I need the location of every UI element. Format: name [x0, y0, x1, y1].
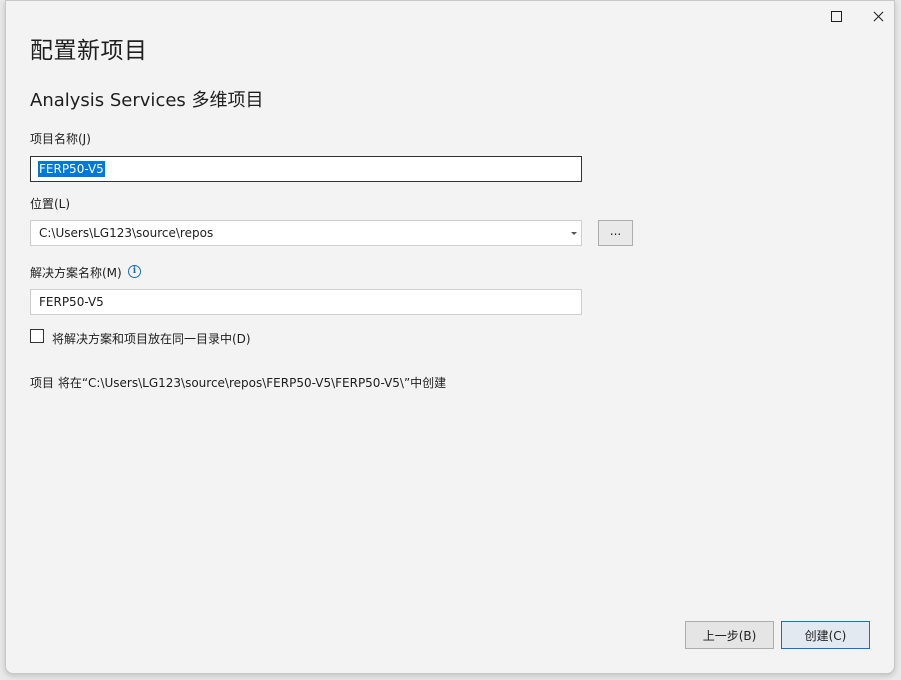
page-title: 配置新项目	[30, 38, 148, 64]
chevron-down-icon[interactable]	[571, 232, 577, 235]
maximize-button[interactable]	[814, 1, 858, 31]
solution-name-value: FERP50-V5	[39, 295, 104, 309]
project-path-note: 项目 将在“C:\Users\LG123\source\repos\FERP50…	[30, 376, 447, 390]
configure-project-dialog: 配置新项目 Analysis Services 多维项目 项目名称(J) FER…	[5, 0, 895, 674]
solution-name-label: 解决方案名称(M)	[30, 266, 122, 280]
project-name-value: FERP50-V5	[38, 161, 105, 177]
browse-button[interactable]: ...	[598, 220, 633, 246]
project-name-label: 项目名称(J)	[30, 132, 91, 146]
info-icon[interactable]: i	[128, 265, 141, 278]
same-directory-label[interactable]: 将解决方案和项目放在同一目录中(D)	[52, 330, 251, 347]
solution-name-input[interactable]: FERP50-V5	[30, 289, 582, 315]
same-directory-checkbox[interactable]	[30, 329, 44, 343]
location-combobox[interactable]: C:\Users\LG123\source\repos	[30, 220, 582, 246]
location-value: C:\Users\LG123\source\repos	[39, 226, 214, 240]
back-button[interactable]: 上一步(B)	[685, 621, 774, 649]
project-type-subtitle: Analysis Services 多维项目	[30, 90, 264, 111]
maximize-icon	[830, 10, 842, 22]
location-label: 位置(L)	[30, 197, 71, 211]
close-button[interactable]	[856, 1, 900, 31]
project-name-input[interactable]: FERP50-V5	[30, 156, 582, 182]
close-icon	[873, 11, 884, 22]
create-button[interactable]: 创建(C)	[781, 621, 870, 649]
